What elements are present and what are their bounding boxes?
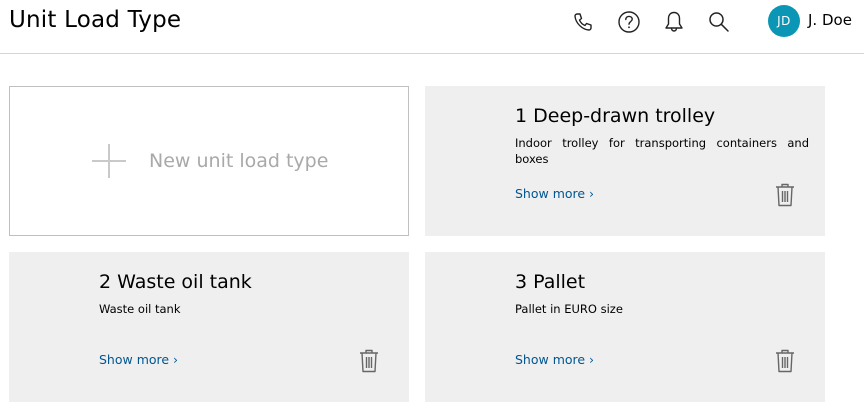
search-icon[interactable]	[706, 9, 732, 35]
new-unit-load-type-label: New unit load type	[149, 150, 329, 172]
new-unit-load-type-card[interactable]: New unit load type	[9, 86, 409, 236]
plus-icon	[92, 144, 126, 178]
chevron-right-icon: ›	[173, 353, 178, 367]
bell-icon[interactable]	[661, 9, 687, 35]
show-more-link[interactable]: Show more ›	[515, 186, 594, 201]
avatar[interactable]: JD	[768, 5, 800, 37]
card-title: 3 Pallet	[515, 271, 586, 293]
page-title: Unit Load Type	[9, 7, 182, 33]
unit-load-card: 2 Waste oil tank Waste oil tank Show mor…	[9, 252, 409, 402]
card-description: Pallet in EURO size	[515, 302, 623, 316]
unit-load-card: 1 Deep-drawn trolley Indoor trolley for …	[425, 86, 825, 236]
show-more-link[interactable]: Show more ›	[99, 352, 178, 367]
card-description: Waste oil tank	[99, 302, 181, 316]
show-more-label: Show more	[515, 186, 586, 201]
card-title: 2 Waste oil tank	[99, 271, 252, 293]
trash-icon[interactable]	[358, 348, 380, 374]
chevron-right-icon: ›	[589, 353, 594, 367]
show-more-label: Show more	[515, 352, 586, 367]
trash-icon[interactable]	[774, 348, 796, 374]
help-icon[interactable]	[616, 9, 642, 35]
show-more-link[interactable]: Show more ›	[515, 352, 594, 367]
user-name[interactable]: J. Doe	[808, 11, 852, 29]
chevron-right-icon: ›	[589, 187, 594, 201]
show-more-label: Show more	[99, 352, 170, 367]
unit-load-card: 3 Pallet Pallet in EURO size Show more ›	[425, 252, 825, 402]
card-title: 1 Deep-drawn trolley	[515, 105, 716, 127]
app-header: Unit Load Type JD J. Doe	[0, 0, 864, 54]
phone-icon[interactable]	[570, 9, 596, 35]
trash-icon[interactable]	[774, 182, 796, 208]
card-description: Indoor trolley for transporting containe…	[515, 136, 809, 166]
